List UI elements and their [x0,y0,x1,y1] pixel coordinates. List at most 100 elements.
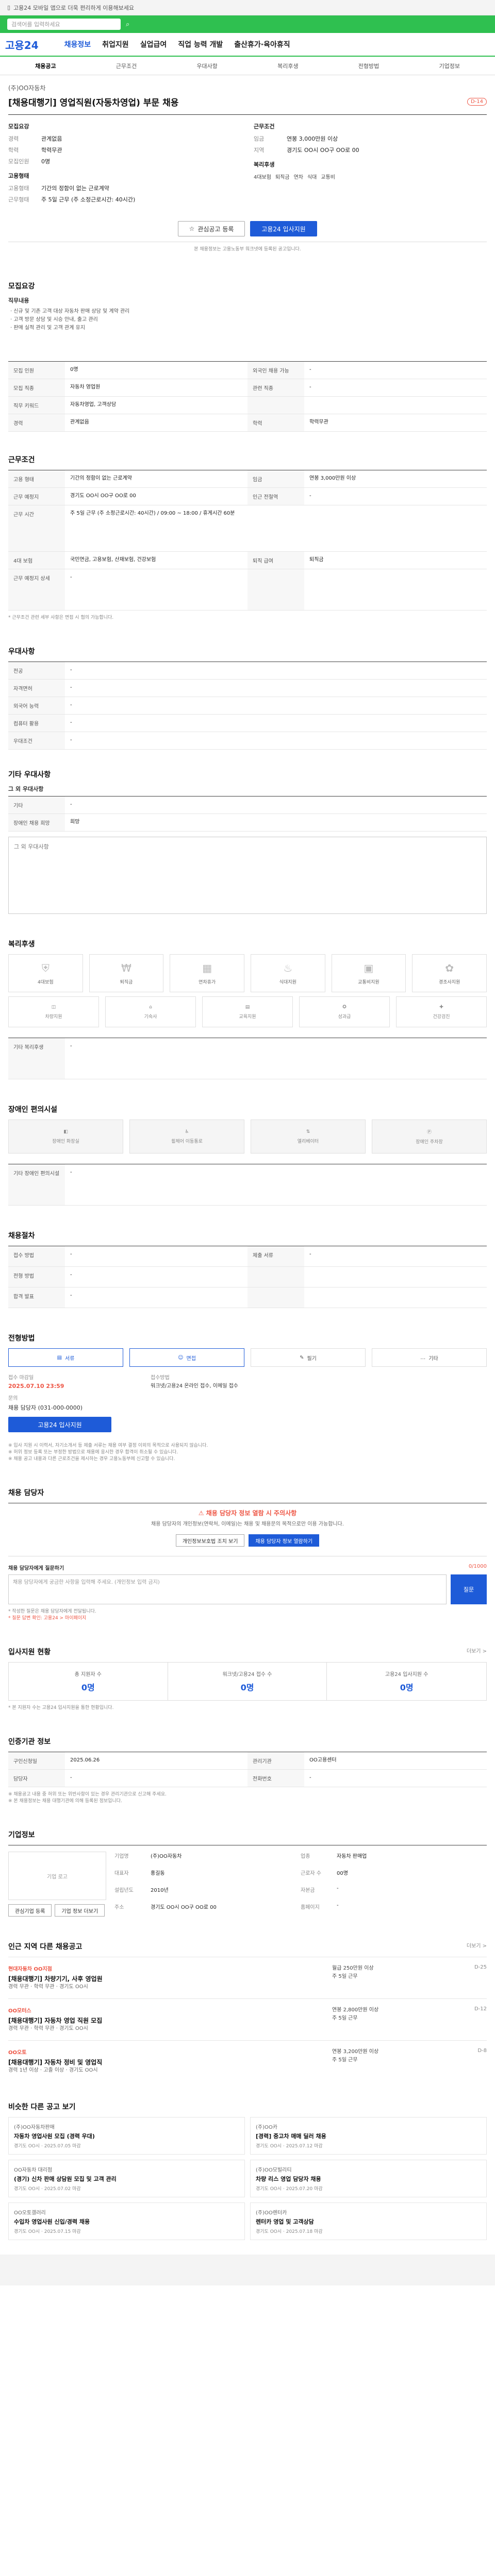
method-label: 필기 [307,1355,317,1362]
similar-card[interactable]: (주)OO모빌리티 차량 리스 영업 담당자 채용 경기도 OO시 · 2025.0… [250,2160,487,2197]
table-key: 학력 [248,414,304,431]
welfare-chip: 퇴직금 [275,175,290,180]
table-key: 전공 [8,662,65,679]
table-key: 4대 보험 [8,552,65,569]
table-value: - [70,667,72,673]
company-info-key: 업종 [301,1854,310,1859]
stat-value: 0명 [81,1683,95,1692]
welfare-chip: 식대 [307,175,317,180]
section-nearby: 인근 지역 다른 채용공고 더보기 > 현대자동차 OO지점 [채용대행기] 차량기… [8,1921,487,2086]
similar-title[interactable]: 차량 리스 영업 담당자 채용 [256,2175,481,2183]
table-key: 기타 [8,796,65,814]
post-actions: ☆ 관심공고 등록 고용24 입사지원 [8,212,487,242]
inquiry-counter: 0/1000 [468,1564,487,1569]
apply-button[interactable]: 고용24 입사지원 [250,221,317,236]
listing-title[interactable]: [채용대행기] 차량기기, 사후 영업원 [8,1974,327,1983]
table-key: 직무 키워드 [8,397,65,414]
list-item[interactable]: OO오토 [채용대행기] 자동차 정비 및 영업직 경력 1년 이상 · 고졸 이상… [8,2040,487,2082]
section-apply-stats: 입사지원 현황 더보기 > 총 지원자 수 0명 워크넷/고용24 접수 수 0명 고… [8,1626,487,1716]
table-value: - [309,1251,311,1257]
nav-item-jobs[interactable]: 채용정보 [64,39,91,49]
more-link[interactable]: 더보기 > [467,1647,487,1654]
similar-title[interactable]: 렌터카 영업 및 고객상담 [256,2218,481,2226]
listing-title[interactable]: [채용대행기] 자동차 정비 및 영업직 [8,2058,327,2066]
listing-meta-item: 경력 1년 이상 [8,2067,39,2073]
section-recruit: 모집요강 직무내용 · 신규 및 기존 고객 대상 자동차 판매 상담 및 계약… [8,260,487,436]
table-row: 우대조건 - [8,732,487,750]
company-name[interactable]: (주)OO자동차 [8,83,487,92]
stat-item: 워크넷/고용24 접수 수 0명 [168,1663,327,1700]
summary-key: 고용형태 [8,185,29,192]
section-other-preferences: 기타 우대사항 그 외 우대사항 기타 - 장애인 채용 희망 희망 그 외 우대사… [8,754,487,918]
stats-note: * 본 지원자 수는 고용24 입사지원을 통한 현황입니다. [8,1705,114,1710]
apply-method-label: 접수방법 [151,1375,170,1381]
summary-key: 근무형태 [8,196,29,203]
list-item[interactable]: 현대자동차 OO지점 [채용대행기] 차량기기, 사후 영업원 경력 무관 · 학력… [8,1957,487,1998]
site-logo[interactable]: 고용24 [5,37,39,52]
table-key: 관리기관 [248,1752,304,1769]
table-row: 직무 키워드 자동차영업, 고객상담 [8,397,487,414]
footer [0,2255,495,2285]
similar-title[interactable]: (경기) 신차 판매 상담원 모집 및 고객 관리 [14,2175,239,2183]
more-link[interactable]: 더보기 > [467,1941,487,1949]
welfare-chip: 4대보험 [254,175,271,180]
similar-card[interactable]: OO오토갤러리 수입차 영업사원 신입/경력 채용 경기도 OO시 · 2025.0… [8,2202,245,2240]
tab-selection[interactable]: 전형방법 [328,62,409,70]
table-value: - [70,574,72,580]
nav-item-benefits[interactable]: 실업급여 [140,39,167,49]
similar-card[interactable]: OO자동차 대리점 (경기) 신차 판매 상담원 모집 및 고객 관리 경기도 OO… [8,2160,245,2197]
inquiry-submit-button[interactable]: 질문 [451,1574,487,1604]
table-row: 장애인 채용 희망 희망 [8,814,487,832]
company-info-key: 대표자 [114,1871,129,1876]
list-item[interactable]: OO모터스 [채용대행기] 자동차 영업 직원 모집 경력 무관 · 학력 무관 ·… [8,1998,487,2040]
company-info-key: 주소 [114,1905,124,1910]
company-info-key: 홈페이지 [301,1905,320,1910]
recruiter-warning-title: ⚠ 채용 담당자 정보 열람 시 주의사항 [8,1503,487,1517]
welfare-label: 기숙사 [144,1014,157,1020]
table-key: 외국어 능력 [8,697,65,714]
duty-item: · 신규 및 기존 고객 대상 자동차 판매 상담 및 계약 관리 [10,309,130,314]
agency-note: ※ 채용공고 내용 중 허위 또는 위반사항이 있는 경우 관리기관으로 신고해… [8,1792,167,1797]
apply-notes: ※ 입사 지원 시 이력서, 자기소개서 등 제출 서류는 채용 여부 결정 이… [8,1443,487,1463]
table-key: 경력 [8,414,65,431]
nav-item-training[interactable]: 직업 능력 개발 [178,39,223,49]
search-icon[interactable]: ⌕ [126,21,129,28]
listing-company: OO오토 [8,2050,27,2056]
apply-button-bottom[interactable]: 고용24 입사지원 [8,1417,111,1432]
view-recruiter-button[interactable]: 채용 담당자 정보 열람하기 [249,1534,320,1547]
inquiry-textarea[interactable]: 채용 담당자에게 궁금한 사항을 입력해 주세요. (개인정보 입력 금지) [8,1574,447,1604]
tab-preferences[interactable]: 우대사항 [167,62,248,70]
tab-conditions[interactable]: 근무조건 [86,62,167,70]
inquiry-note: * 질문 답변 확인: 고용24 > 마이페이지 [8,1616,87,1621]
similar-card[interactable]: (주)OO카 [경력] 중고차 매매 딜러 채용 경기도 OO시 · 2025.07… [250,2117,487,2155]
section-accessibility: 장애인 편의시설 ◧ 장애인 화장실 ♿ 휠체어 이동통로 ⇅ 엘리베이터 Ⓟ 장애인 … [8,1083,487,1210]
nav-item-support[interactable]: 취업지원 [102,39,129,49]
similar-card[interactable]: (주)OO렌터카 렌터카 영업 및 고객상담 경기도 OO시 · 2025.07.1… [250,2202,487,2240]
section-title: 기타 우대사항 [8,771,51,779]
section-title: 채용 담당자 [8,1489,44,1497]
similar-title[interactable]: 수입차 영업사원 신입/경력 채용 [14,2218,239,2226]
section-conditions: 근무조건 고용 형태 기간의 정함이 없는 근로계약 임금 연봉 3,000만원 이상… [8,436,487,625]
privacy-button[interactable]: 개인정보보호법 조치 보기 [175,1534,245,1547]
tab-posting[interactable]: 채용공고 [5,62,86,70]
tab-company[interactable]: 기업정보 [409,62,490,70]
toilet-icon: ◧ [63,1129,68,1134]
table-row: 담당자 - 전화번호 - [8,1770,487,1787]
follow-company-button[interactable]: 관심기업 등록 [8,1904,52,1917]
company-detail-button[interactable]: 기업 정보 더보기 [55,1904,105,1917]
table-value: - [70,685,72,690]
apply-note: ※ 입사 지원 시 이력서, 자기소개서 등 제출 서류는 채용 여부 결정 이… [8,1443,208,1448]
listing-title[interactable]: [채용대행기] 자동차 영업 직원 모집 [8,2016,327,2025]
search-input[interactable]: 검색어를 입력하세요 [7,19,121,30]
similar-title[interactable]: 자동차 영업사원 모집 (경력 우대) [14,2132,239,2140]
section-title: 인근 지역 다른 채용공고 더보기 > [8,1941,487,1952]
table-key [248,397,304,414]
similar-title[interactable]: [경력] 중고차 매매 딜러 채용 [256,2132,481,2140]
post-header: (주)OO자동차 [채용대행기] 영업직원(자동차영업) 부문 채용 D-14 … [8,75,487,212]
table-value [304,1267,487,1287]
tab-welfare[interactable]: 복리후생 [248,62,328,70]
scrap-button[interactable]: ☆ 관심공고 등록 [178,221,245,236]
similar-card[interactable]: (주)OO자동차판매 자동차 영업사원 모집 (경력 우대) 경기도 OO시 · 2… [8,2117,245,2155]
section-title: 모집요강 [8,282,35,291]
nav-item-leave[interactable]: 출산휴가·육아휴직 [234,39,290,49]
